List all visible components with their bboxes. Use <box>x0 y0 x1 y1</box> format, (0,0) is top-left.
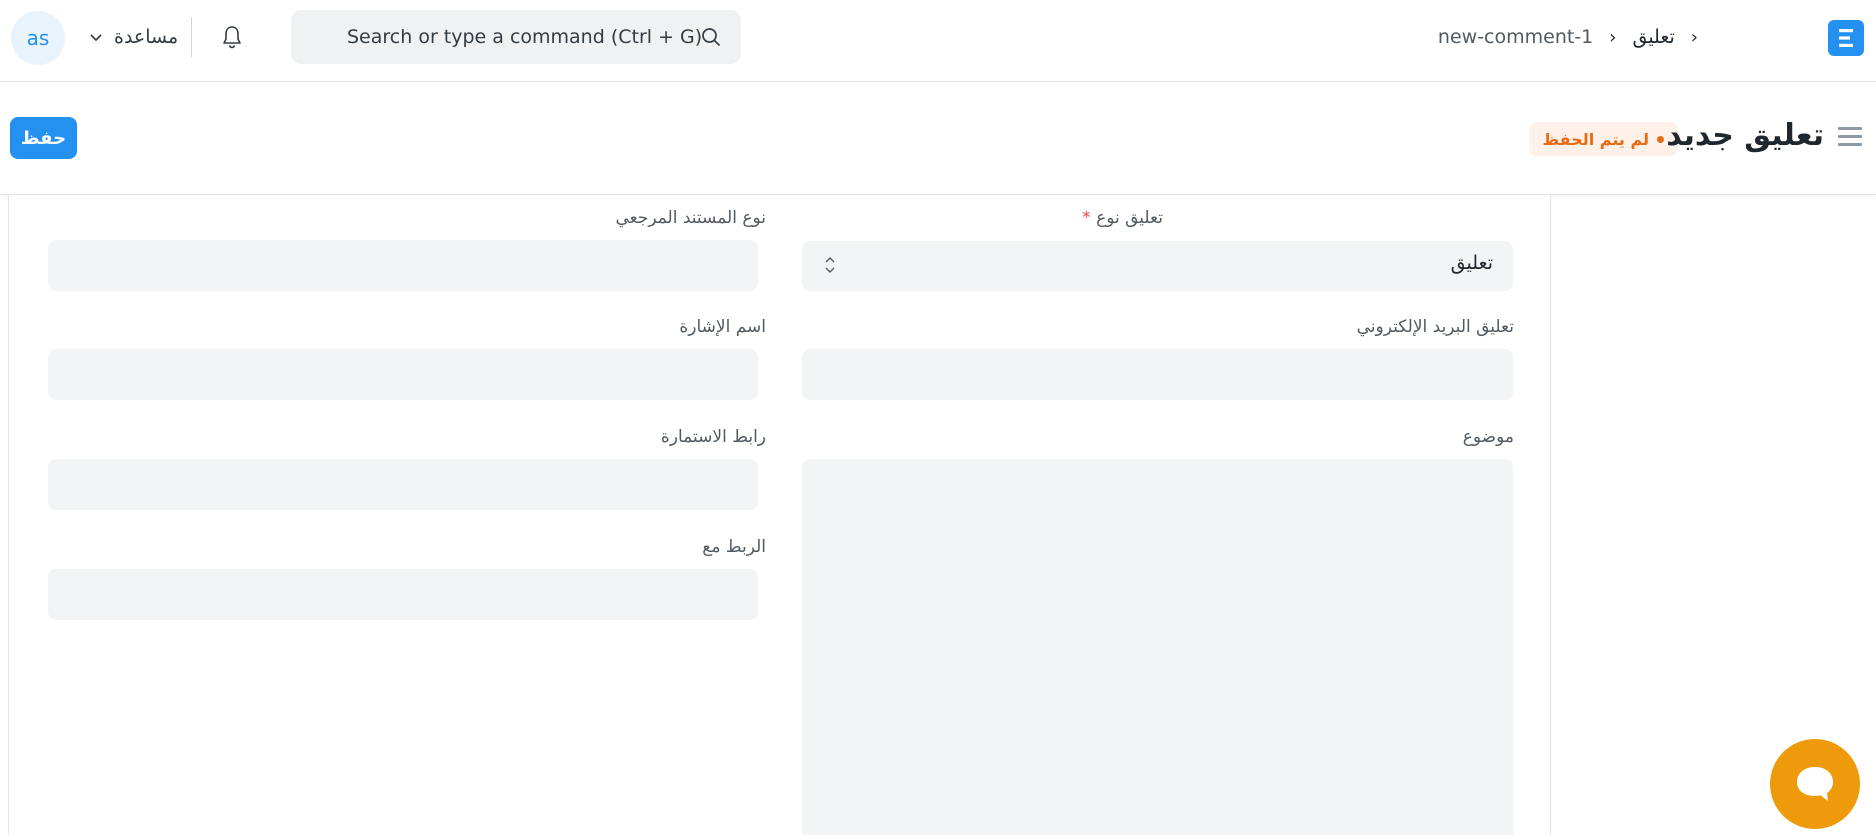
help-dropdown[interactable]: مساعدة <box>88 22 178 52</box>
notifications-button[interactable] <box>217 22 247 52</box>
form-card: تعليق نوع * تعليق تعليق البريد الإلكترون… <box>8 195 1551 835</box>
app-logo-icon[interactable] <box>1828 20 1864 56</box>
required-mark: * <box>1082 208 1091 228</box>
page-head: حفظ لم يتم الحفظ تعليق جديد <box>0 82 1876 195</box>
save-button[interactable]: حفظ <box>10 117 77 159</box>
status-dot <box>1657 135 1664 143</box>
page-title: تعليق جديد <box>1666 118 1824 153</box>
comment-email-field[interactable] <box>802 349 1513 400</box>
breadcrumb-comment-link[interactable]: تعليق <box>1632 26 1674 48</box>
link-with-field[interactable] <box>48 569 758 620</box>
search-input[interactable]: Search or type a command (Ctrl + G) <box>347 26 702 48</box>
reference-doctype-field[interactable] <box>48 240 758 291</box>
search-icon <box>702 28 720 46</box>
help-label: مساعدة <box>114 26 179 48</box>
select-arrows-icon <box>825 257 835 273</box>
status-text: لم يتم الحفظ <box>1542 129 1649 149</box>
form-link-label: رابط الاستمارة <box>660 427 766 447</box>
comment-type-value: تعليق <box>1450 252 1493 274</box>
user-avatar[interactable]: as <box>11 11 65 65</box>
chat-button[interactable] <box>1770 739 1860 829</box>
link-with-label: الربط مع <box>702 537 766 557</box>
menu-icon[interactable] <box>1838 127 1864 149</box>
breadcrumb-separator: › <box>1690 26 1698 48</box>
breadcrumb-current: new-comment-1 <box>1437 26 1594 48</box>
navbar: as مساعدة Search or type a command (Ctrl… <box>0 0 1876 82</box>
breadcrumb: new-comment-1 › تعليق › <box>1438 18 1698 56</box>
bell-icon <box>223 26 241 49</box>
status-badge: لم يتم الحفظ <box>1528 122 1678 156</box>
avatar-initials: as <box>26 26 50 50</box>
subject-textarea[interactable] <box>802 459 1513 835</box>
reference-doctype-label: نوع المستند المرجعي <box>615 208 766 228</box>
reference-name-label: اسم الإشارة <box>679 317 766 337</box>
reference-name-field[interactable] <box>48 349 758 400</box>
subject-label: موضوع <box>1462 427 1514 447</box>
breadcrumb-separator: › <box>1609 26 1617 48</box>
comment-type-label: تعليق نوع * <box>1082 208 1163 228</box>
app-logo-mark <box>1839 29 1853 47</box>
comment-email-label: تعليق البريد الإلكتروني <box>1356 317 1514 337</box>
chat-icon <box>1797 767 1833 801</box>
search-bar[interactable]: Search or type a command (Ctrl + G) <box>291 10 741 64</box>
comment-type-select[interactable]: تعليق <box>802 241 1513 291</box>
form-link-field[interactable] <box>48 459 758 510</box>
chevron-down-icon <box>90 34 102 42</box>
navbar-divider <box>191 17 192 57</box>
